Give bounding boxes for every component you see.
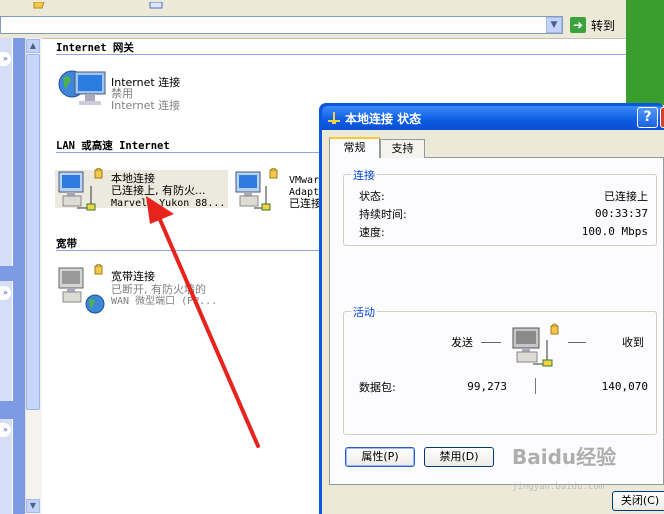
baidu-watermark-url: jingyan.baidu.com bbox=[512, 482, 605, 492]
connection-device: Internet 连接 bbox=[111, 99, 181, 112]
connection-status: 已断开, 有防火墙的 bbox=[111, 283, 206, 296]
network-connection-icon bbox=[326, 111, 342, 128]
left-task-pane: » » » bbox=[0, 38, 25, 514]
activity-legend: 活动 bbox=[351, 304, 377, 320]
task-pane-section bbox=[0, 38, 13, 266]
dialog-title: 本地连接 状态 bbox=[345, 112, 422, 126]
connection-name[interactable]: VMwar bbox=[289, 175, 319, 187]
connection-device: 已连接 bbox=[289, 197, 322, 210]
packets-received-value: 140,070 bbox=[601, 380, 648, 393]
received-line bbox=[568, 342, 586, 343]
activity-divider bbox=[535, 378, 536, 394]
baidu-watermark: Baidu经验 bbox=[512, 445, 617, 469]
received-label: 收到 bbox=[622, 336, 644, 349]
scrollbar-thumb[interactable] bbox=[26, 54, 40, 410]
packets-label: 数据包: bbox=[359, 381, 396, 394]
network-activity-icon bbox=[511, 322, 567, 373]
connection-name[interactable]: 宽带连接 bbox=[111, 271, 155, 283]
broadband-connection-icon[interactable] bbox=[57, 263, 107, 317]
internet-gateway-icon[interactable] bbox=[57, 68, 109, 115]
go-arrow-icon[interactable]: ➜ bbox=[570, 17, 586, 33]
desktop-background bbox=[626, 0, 664, 105]
group-divider bbox=[56, 54, 626, 55]
close-button[interactable]: 关闭(C) bbox=[612, 491, 664, 511]
connection-device: WAN 微型端口 (PP... bbox=[111, 296, 218, 307]
group-title-lan: LAN 或高速 Internet bbox=[56, 140, 170, 152]
speed-label: 速度: bbox=[359, 226, 385, 239]
duration-label: 持续时间: bbox=[359, 208, 407, 221]
toolbar-folder-icon[interactable] bbox=[32, 0, 50, 9]
address-input[interactable] bbox=[0, 16, 563, 34]
properties-button[interactable]: 属性(P) bbox=[345, 447, 415, 467]
connection-legend: 连接 bbox=[351, 167, 377, 183]
address-dropdown-chevron-down-icon[interactable]: ▼ bbox=[546, 17, 562, 33]
go-button-label[interactable]: 转到 bbox=[591, 17, 615, 34]
speed-value: 100.0 Mbps bbox=[581, 225, 648, 238]
connection-device: Marvell Yukon 88... bbox=[111, 198, 226, 209]
connection-status: 已连接上, 有防火... bbox=[111, 184, 206, 197]
group-title-internet-gateway: Internet 网关 bbox=[56, 42, 134, 54]
status-label: 状态: bbox=[359, 190, 385, 203]
lan-connection-icon[interactable] bbox=[57, 167, 105, 217]
toolbar bbox=[0, 0, 626, 15]
scroll-down-arrow-icon[interactable]: ▼ bbox=[26, 499, 40, 513]
tab-support[interactable]: 支持 bbox=[380, 139, 425, 158]
sent-line bbox=[481, 342, 501, 343]
disable-button[interactable]: 禁用(D) bbox=[424, 447, 494, 467]
duration-value: 00:33:37 bbox=[595, 207, 648, 220]
vmware-connection-icon[interactable] bbox=[234, 167, 284, 217]
sent-label: 发送 bbox=[451, 336, 473, 349]
scroll-up-arrow-icon[interactable]: ▲ bbox=[26, 39, 40, 53]
activity-groupbox bbox=[343, 311, 657, 435]
tab-general[interactable]: 常规 bbox=[329, 137, 380, 158]
status-value: 已连接上 bbox=[604, 190, 648, 203]
group-title-broadband: 宽带 bbox=[56, 238, 77, 250]
close-window-button[interactable] bbox=[660, 107, 664, 128]
toolbar-views-icon[interactable] bbox=[148, 0, 166, 9]
help-button[interactable]: ? bbox=[637, 107, 658, 128]
packets-sent-value: 99,273 bbox=[467, 380, 507, 393]
